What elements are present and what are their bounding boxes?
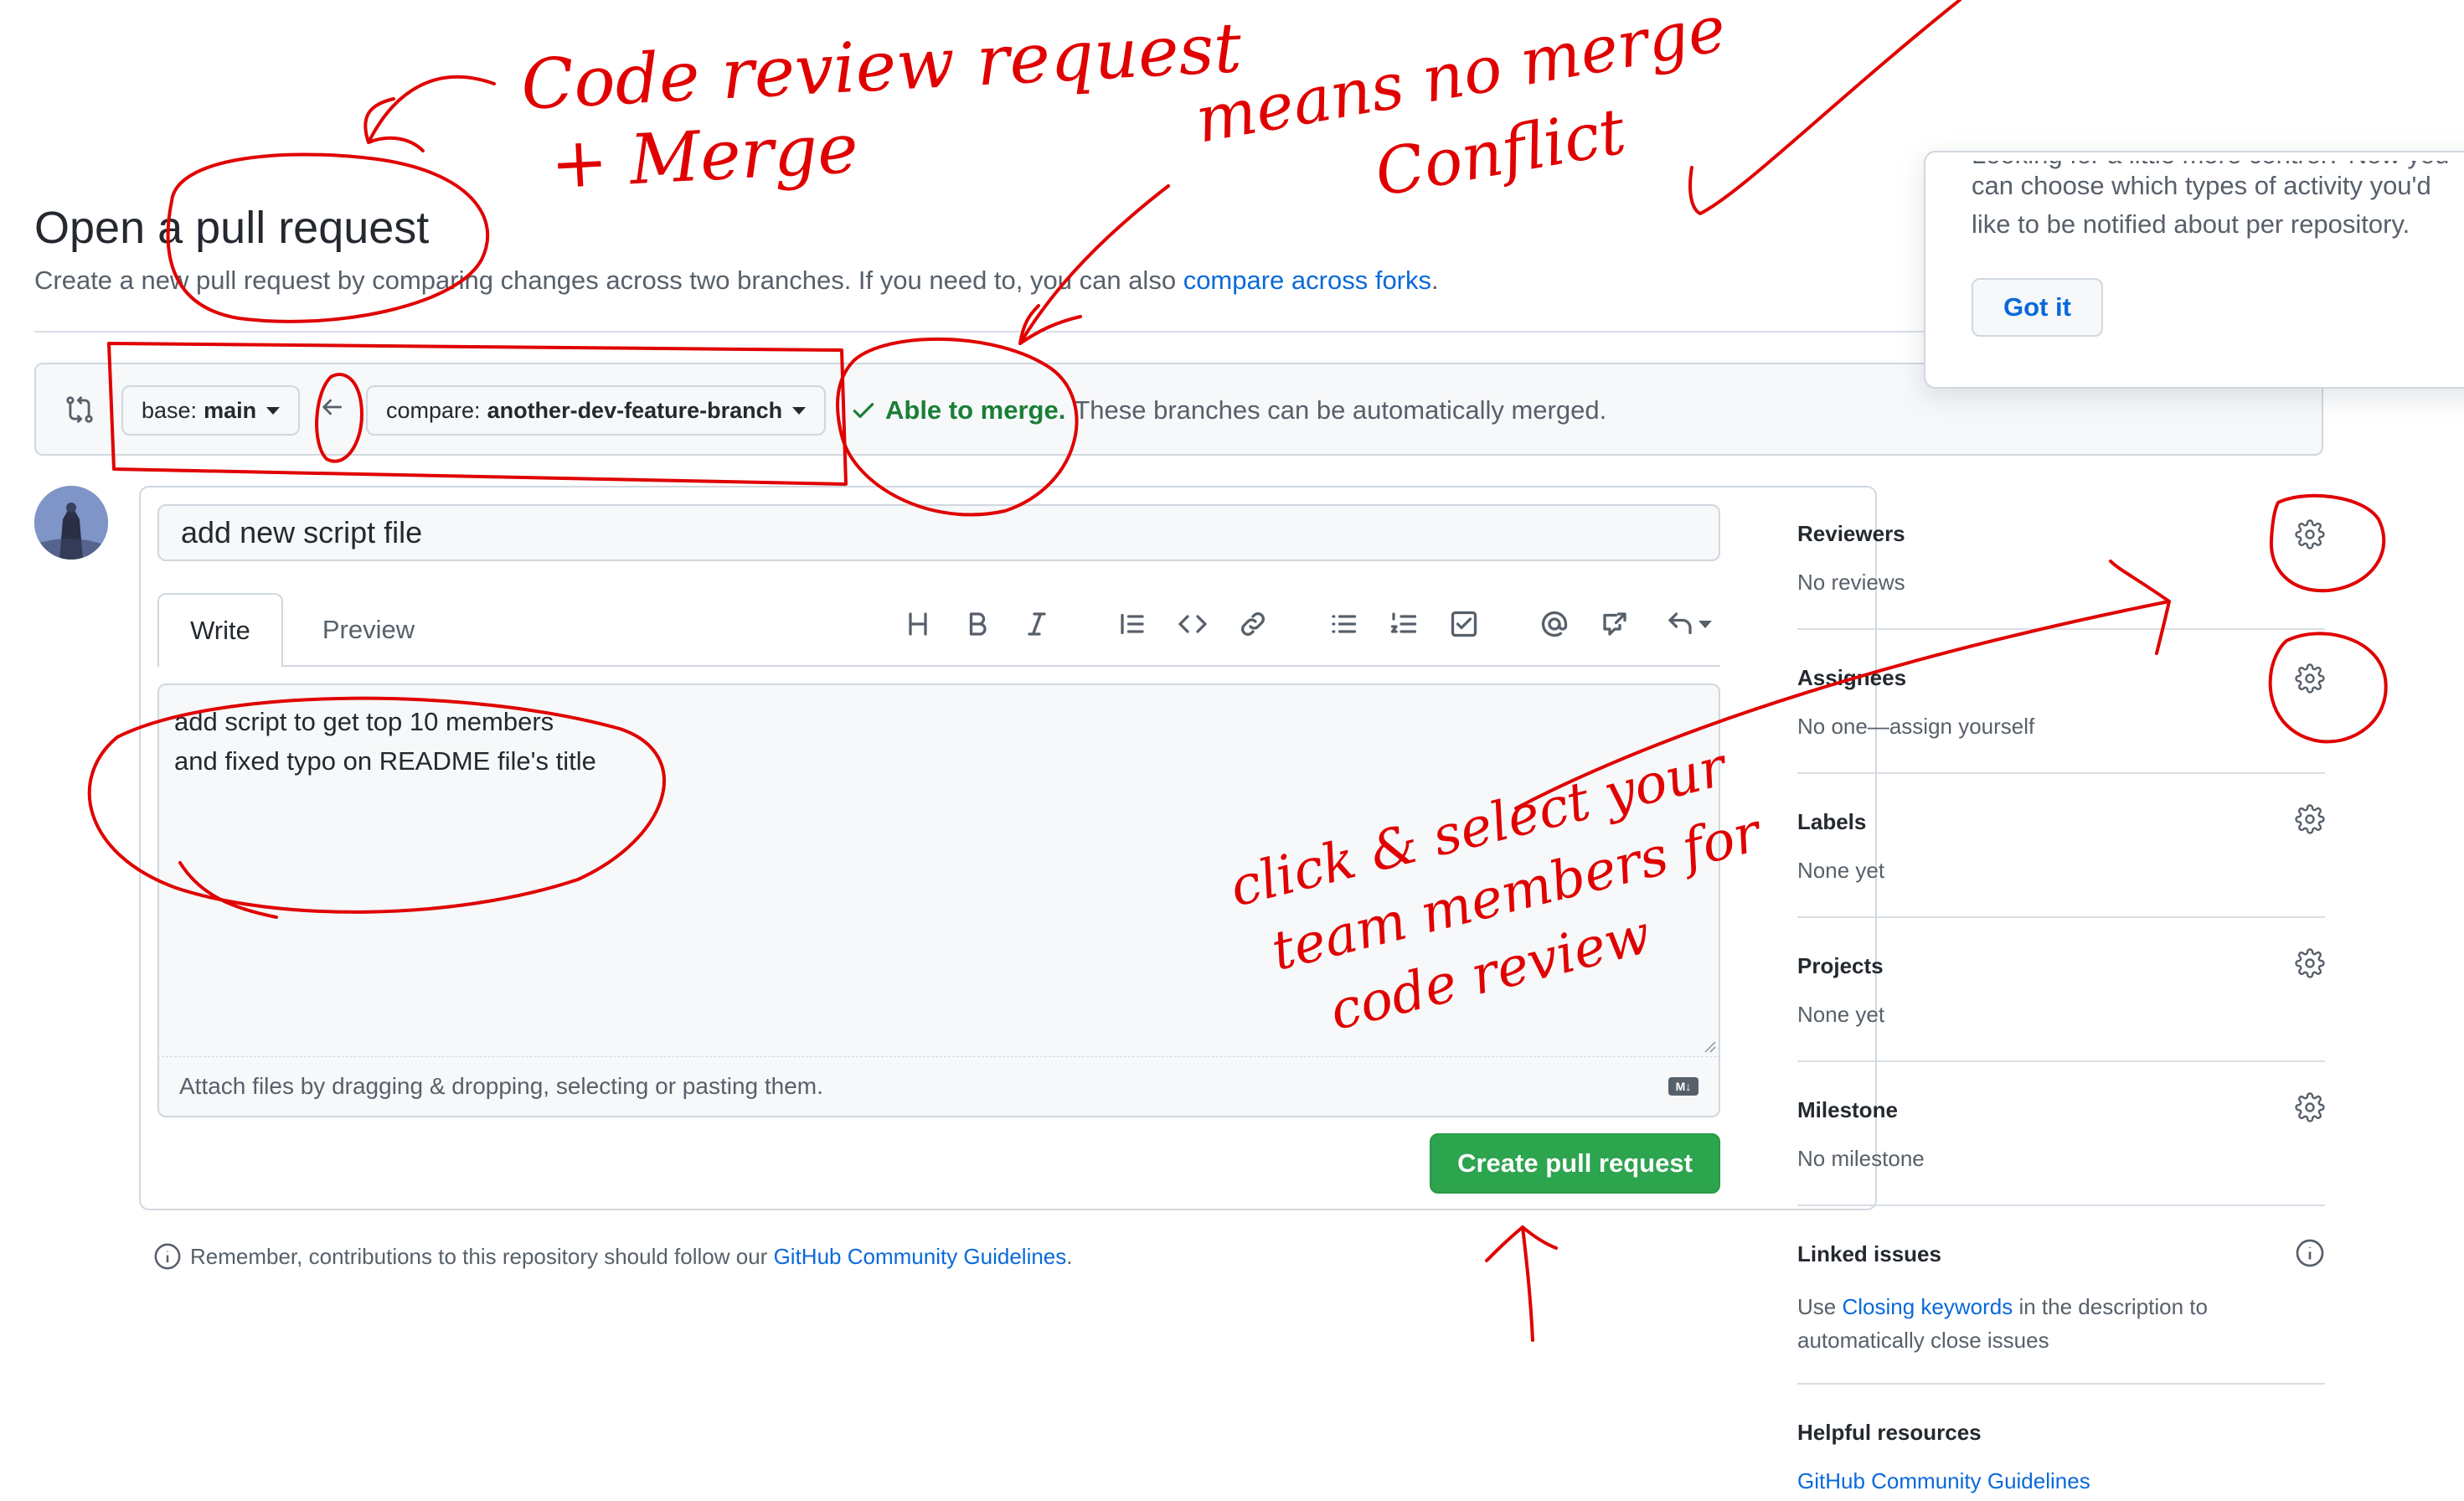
italic-icon[interactable] — [1017, 604, 1057, 644]
helpful-guidelines-link[interactable]: GitHub Community Guidelines — [1797, 1468, 2090, 1494]
milestone-heading[interactable]: Milestone — [1797, 1097, 1898, 1123]
community-guidelines-link[interactable]: GitHub Community Guidelines — [774, 1244, 1067, 1270]
compare-branch-button[interactable]: compare: another-dev-feature-branch — [366, 385, 827, 436]
caret-down-icon — [792, 406, 807, 415]
compare-branch-name: another-dev-feature-branch — [487, 397, 783, 423]
merge-status-label: Able to merge. — [885, 395, 1066, 425]
heading-icon[interactable] — [898, 604, 938, 644]
reviewers-gear-icon[interactable] — [2295, 519, 2325, 549]
bold-icon[interactable] — [957, 604, 997, 644]
caret-down-icon — [1699, 620, 1712, 628]
guidelines-text: Remember, contributions to this reposito… — [190, 1243, 768, 1269]
sidebar-divider — [1797, 916, 2325, 918]
assignees-value[interactable]: No one—assign yourself — [1797, 714, 2034, 740]
avatar[interactable] — [34, 486, 108, 560]
sidebar-divider — [1797, 1204, 2325, 1206]
annotation-note-merge: means no merge Conflict — [1189, 0, 1746, 245]
code-icon[interactable] — [1173, 604, 1213, 644]
linked-issues-post: in the description to — [2018, 1294, 2208, 1319]
caret-down-icon — [266, 406, 281, 415]
unordered-list-icon[interactable] — [1323, 604, 1363, 644]
linked-issues-value: Use Closing keywords in the description … — [1797, 1290, 2208, 1357]
page-title: Open a pull request — [34, 203, 430, 253]
assignees-gear-icon[interactable] — [2295, 663, 2325, 694]
check-icon — [853, 403, 874, 418]
page-subtitle-text: Create a new pull request by comparing c… — [34, 266, 1177, 295]
link-icon[interactable] — [1233, 604, 1273, 644]
markdown-icon: M↓ — [1668, 1077, 1699, 1096]
compare-prefix: compare: — [386, 397, 481, 423]
info-icon — [154, 1243, 181, 1270]
labels-value: None yet — [1797, 858, 1885, 883]
labels-gear-icon[interactable] — [2295, 804, 2325, 834]
base-branch-button[interactable]: base: main — [121, 385, 301, 436]
got-it-button[interactable]: Got it — [1972, 278, 2103, 337]
linked-issues-info-icon[interactable] — [2295, 1238, 2325, 1268]
popover-text-line1: Looking for a little more control? Now y… — [1972, 140, 2450, 169]
task-list-icon[interactable] — [1444, 604, 1484, 644]
projects-value: None yet — [1797, 1002, 1885, 1027]
sidebar-divider — [1797, 1383, 2325, 1385]
assignees-heading[interactable]: Assignees — [1797, 665, 1906, 691]
compare-icon — [64, 394, 95, 426]
resize-handle-icon[interactable] — [1700, 1037, 1717, 1054]
mention-icon[interactable] — [1534, 604, 1575, 644]
linked-issues-heading: Linked issues — [1797, 1241, 1941, 1266]
annotation-arrow — [363, 75, 496, 152]
reply-icon[interactable] — [1655, 604, 1722, 644]
title-input-value: add new script file — [181, 515, 423, 549]
sidebar-divider — [1797, 628, 2325, 630]
helpful-resources-heading: Helpful resources — [1797, 1420, 1982, 1445]
tabs-divider — [283, 665, 1720, 667]
sidebar-divider — [1797, 1060, 2325, 1062]
tab-preview[interactable]: Preview — [298, 593, 439, 667]
guidelines-end: . — [1066, 1243, 1073, 1269]
body-line-2: and fixed typo on README file's title — [174, 746, 596, 776]
popover-text-line3: like to be notified about per repository… — [1972, 209, 2410, 239]
linked-issues-pre: Use — [1797, 1294, 1837, 1319]
labels-heading[interactable]: Labels — [1797, 809, 1866, 835]
annotation-ellipse — [2269, 493, 2386, 593]
page-subtitle: Create a new pull request by comparing c… — [34, 266, 1439, 296]
tab-write[interactable]: Write — [157, 593, 283, 667]
annotation-note-title: Code review request + Merge — [519, 8, 1248, 207]
annotation-arrow — [1485, 1225, 1558, 1342]
linked-issues-line2: automatically close issues — [1797, 1328, 2049, 1353]
compare-forks-link[interactable]: compare across forks — [1183, 266, 1431, 295]
reviewers-heading[interactable]: Reviewers — [1797, 521, 1905, 547]
annotation-arrow — [1018, 184, 1170, 345]
base-prefix: base: — [142, 397, 198, 423]
closing-keywords-link[interactable]: Closing keywords — [1842, 1294, 2013, 1319]
body-line-1: add script to get top 10 members — [174, 707, 554, 736]
cross-reference-icon[interactable] — [1595, 604, 1635, 644]
base-branch-name: main — [204, 397, 257, 423]
milestone-value: No milestone — [1797, 1146, 1925, 1171]
quote-icon[interactable] — [1112, 604, 1152, 644]
create-pull-request-button[interactable]: Create pull request — [1430, 1133, 1720, 1194]
page-subtitle-end: . — [1431, 266, 1439, 295]
merge-status: Able to merge. These branches can be aut… — [850, 395, 1606, 426]
milestone-gear-icon[interactable] — [2295, 1092, 2325, 1122]
guidelines-notice: Remember, contributions to this reposito… — [153, 1242, 1073, 1271]
popover-text-line2: can choose which types of activity you'd — [1972, 171, 2431, 200]
ordered-list-icon[interactable] — [1384, 604, 1424, 644]
reviewers-value: No reviews — [1797, 570, 1905, 595]
notification-popover: Looking for a little more control? Now y… — [1924, 151, 2464, 389]
attach-files-hint[interactable]: Attach files by dragging & dropping, sel… — [157, 1057, 1720, 1117]
arrow-left-icon — [318, 394, 345, 420]
projects-gear-icon[interactable] — [2295, 948, 2325, 978]
annotation-ellipse — [2268, 632, 2388, 744]
sidebar-divider — [1797, 772, 2325, 774]
projects-heading[interactable]: Projects — [1797, 953, 1884, 979]
merge-status-message: These branches can be automatically merg… — [1074, 395, 1607, 425]
title-input[interactable]: add new script file — [157, 504, 1720, 561]
